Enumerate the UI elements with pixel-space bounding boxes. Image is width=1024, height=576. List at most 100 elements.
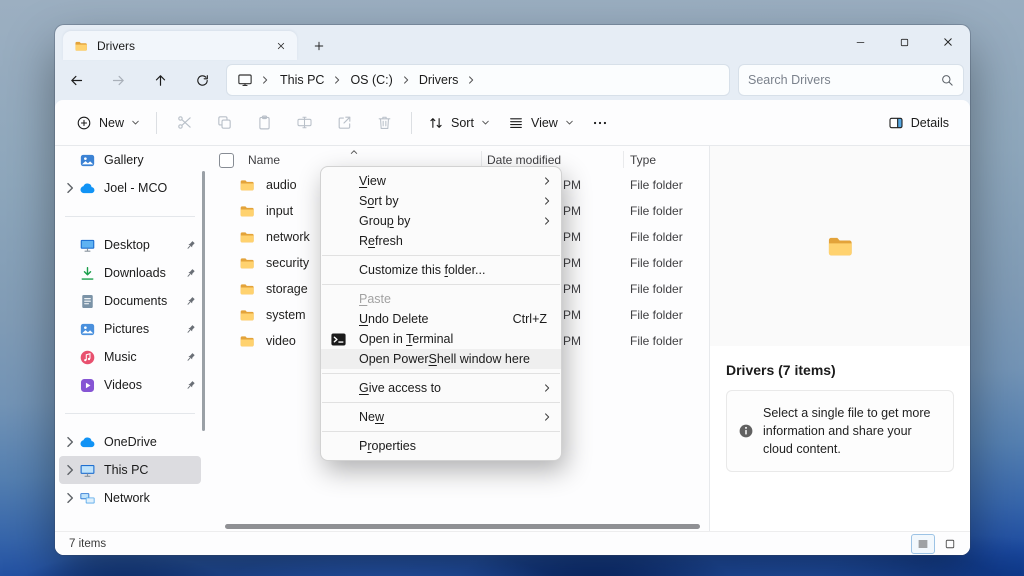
delete-button[interactable] xyxy=(364,107,404,139)
chevron-spacer xyxy=(63,352,77,363)
breadcrumb-item-os-c[interactable]: OS (C:) xyxy=(343,70,399,90)
file-type: File folder xyxy=(630,204,683,218)
menu-item-undo-delete[interactable]: Undo DeleteCtrl+Z xyxy=(321,309,561,329)
sidebar-item-music[interactable]: Music xyxy=(59,343,201,371)
sidebar-item-videos[interactable]: Videos xyxy=(59,371,201,399)
sort-icon xyxy=(428,115,444,131)
details-info-card: Select a single file to get more informa… xyxy=(726,390,954,472)
tab-close-button[interactable] xyxy=(271,36,291,56)
pictures-icon xyxy=(79,321,96,338)
chevron-right-icon[interactable] xyxy=(63,465,77,476)
view-button-label: View xyxy=(531,116,558,130)
menu-item-customize-this-folder[interactable]: Customize this folder... xyxy=(321,260,561,280)
menu-item-paste[interactable]: Paste xyxy=(321,289,561,309)
select-all-checkbox[interactable] xyxy=(219,153,234,168)
menu-item-refresh[interactable]: Refresh xyxy=(321,231,561,251)
rename-button[interactable] xyxy=(284,107,324,139)
file-name: network xyxy=(266,230,310,244)
sidebar-item-label: Joel - MCO xyxy=(104,181,167,195)
folder-icon xyxy=(238,177,256,193)
documents-icon xyxy=(79,293,96,310)
chevron-right-icon[interactable] xyxy=(63,493,77,504)
maximize-button[interactable] xyxy=(882,25,926,59)
chevron-right-icon[interactable] xyxy=(63,437,77,448)
sidebar-item-label: Desktop xyxy=(104,238,150,252)
sidebar-item-label: Documents xyxy=(104,294,167,308)
file-date-modified: PM xyxy=(563,282,581,296)
tab-title: Drivers xyxy=(97,39,135,53)
breadcrumb-item-drivers[interactable]: Drivers xyxy=(412,70,466,90)
chevron-down-icon xyxy=(131,118,140,127)
horizontal-scrollbar[interactable] xyxy=(225,524,700,529)
column-header-type[interactable]: Type xyxy=(630,153,656,167)
sidebar-item-downloads[interactable]: Downloads xyxy=(59,259,201,287)
up-button[interactable] xyxy=(143,64,177,96)
search-input[interactable] xyxy=(748,73,908,87)
pin-icon xyxy=(184,351,197,364)
minimize-button[interactable] xyxy=(838,25,882,59)
address-bar[interactable]: This PC OS (C:) Drivers xyxy=(227,65,729,95)
menu-item-properties[interactable]: Properties xyxy=(321,436,561,456)
search-box[interactable] xyxy=(739,65,963,95)
up-icon xyxy=(153,73,168,88)
menu-item-open-powershell-window-here[interactable]: Open PowerShell window here xyxy=(321,349,561,369)
copy-button[interactable] xyxy=(204,107,244,139)
paste-button[interactable] xyxy=(244,107,284,139)
cut-button[interactable] xyxy=(164,107,204,139)
share-icon xyxy=(336,114,353,131)
plus-icon xyxy=(313,40,325,52)
chevron-spacer xyxy=(63,380,77,391)
column-header-name[interactable]: Name xyxy=(248,153,280,167)
sidebar-item-gallery[interactable]: Gallery xyxy=(59,146,201,174)
menu-item-open-in-terminal[interactable]: Open in Terminal xyxy=(321,329,561,349)
menu-item-give-access-to[interactable]: Give access to xyxy=(321,378,561,398)
share-button[interactable] xyxy=(324,107,364,139)
column-divider[interactable] xyxy=(623,151,624,168)
folder-icon xyxy=(238,281,256,297)
close-button[interactable] xyxy=(926,25,970,59)
new-button[interactable]: New xyxy=(67,107,149,139)
view-button[interactable]: View xyxy=(499,107,583,139)
menu-item-view[interactable]: View xyxy=(321,171,561,191)
icons-view-button[interactable] xyxy=(938,534,962,554)
back-button[interactable] xyxy=(59,64,93,96)
menu-item-label: Sort by xyxy=(359,194,399,208)
menu-item-sort-by[interactable]: Sort by xyxy=(321,191,561,211)
sidebar-item-joel-mco[interactable]: Joel - MCO xyxy=(59,174,201,202)
monitor-icon xyxy=(237,72,253,88)
menu-item-label: Open in Terminal xyxy=(359,332,453,346)
window-controls xyxy=(838,25,970,59)
delete-icon xyxy=(376,114,393,131)
column-header-date-modified[interactable]: Date modified xyxy=(487,153,561,167)
sidebar-item-desktop[interactable]: Desktop xyxy=(59,231,201,259)
new-tab-button[interactable] xyxy=(305,32,333,60)
chevron-down-icon xyxy=(481,118,490,127)
close-icon xyxy=(942,36,954,48)
tab-drivers[interactable]: Drivers xyxy=(63,31,297,60)
menu-item-label: View xyxy=(359,174,386,188)
sidebar-item-network[interactable]: Network xyxy=(59,484,201,512)
list-view-button[interactable] xyxy=(911,534,935,554)
details-title: Drivers (7 items) xyxy=(726,362,954,378)
sidebar-item-label: Gallery xyxy=(104,153,144,167)
sidebar-item-this-pc[interactable]: This PC xyxy=(59,456,201,484)
status-bar: 7 items xyxy=(55,531,970,555)
forward-icon xyxy=(111,73,126,88)
sidebar-item-pictures[interactable]: Pictures xyxy=(59,315,201,343)
cloud-icon xyxy=(79,434,96,451)
forward-button[interactable] xyxy=(101,64,135,96)
sort-button-label: Sort xyxy=(451,116,474,130)
menu-item-group-by[interactable]: Group by xyxy=(321,211,561,231)
refresh-button[interactable] xyxy=(185,64,219,96)
menu-separator xyxy=(322,402,560,403)
sort-button[interactable]: Sort xyxy=(419,107,499,139)
chevron-right-icon[interactable] xyxy=(63,183,77,194)
details-toggle-button[interactable]: Details xyxy=(879,107,958,139)
more-options-button[interactable] xyxy=(583,107,617,139)
menu-item-new[interactable]: New xyxy=(321,407,561,427)
sidebar-item-documents[interactable]: Documents xyxy=(59,287,201,315)
breadcrumb-item-this-pc[interactable]: This PC xyxy=(273,70,331,90)
chevron-right-icon xyxy=(332,75,342,85)
sidebar-item-onedrive[interactable]: OneDrive xyxy=(59,428,201,456)
file-name: audio xyxy=(266,178,297,192)
